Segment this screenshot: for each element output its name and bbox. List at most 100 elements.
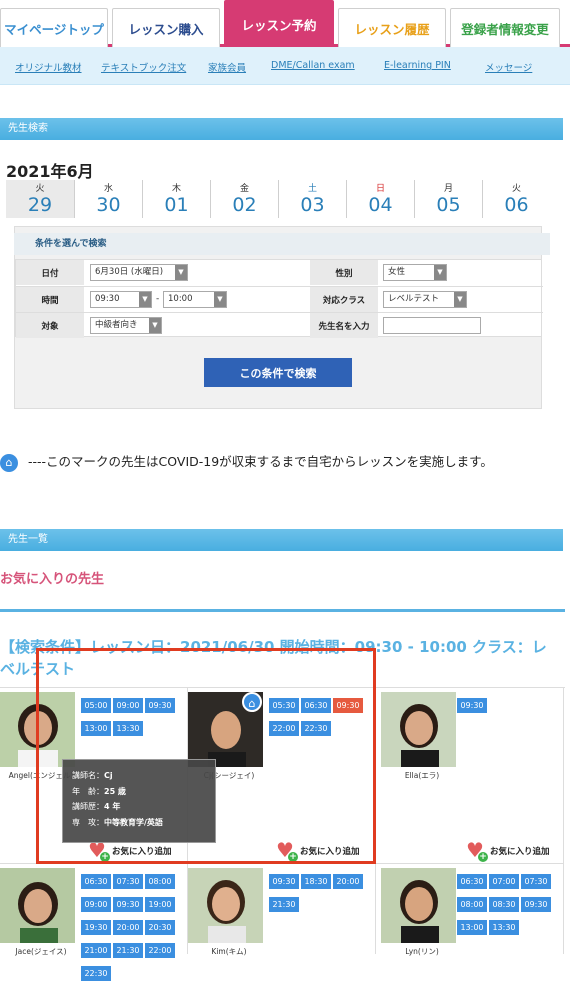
tab-profile-edit[interactable]: 登録者情報変更 — [450, 8, 560, 47]
add-favorite-button[interactable]: お気に入り追加 — [466, 838, 550, 862]
weekday: 日 — [375, 184, 385, 194]
tab-lesson-purchase[interactable]: レッスン購入 — [112, 8, 220, 47]
teacher-name-input[interactable] — [383, 317, 481, 334]
heart-plus-icon — [466, 838, 488, 862]
time-slots: 06:30 07:00 07:30 08:00 08:30 09:30 13:00 13:30 — [457, 869, 562, 938]
time-slot[interactable]: 09:30 — [113, 897, 143, 912]
condition-row: 対象 中級者向き ▼ 先生名を入力 — [16, 312, 543, 338]
calendar-month: 2021年6月 — [6, 162, 94, 181]
time-slot[interactable]: 19:00 — [145, 897, 175, 912]
chevron-down-icon: ▼ — [175, 265, 187, 280]
time-slot[interactable]: 07:30 — [113, 874, 143, 889]
link-elearning-pin[interactable]: E-learning PIN — [384, 60, 451, 71]
time-slot[interactable]: 06:30 — [457, 874, 487, 889]
time-slot[interactable]: 13:30 — [489, 920, 519, 935]
time-slot[interactable]: 22:30 — [81, 966, 111, 981]
date: 03 — [300, 194, 325, 216]
class-select[interactable]: レベルテスト ▼ — [383, 291, 467, 308]
chevron-down-icon: ▼ — [139, 292, 151, 307]
link-message[interactable]: メッセージ — [485, 60, 532, 74]
calendar-day[interactable]: 火 06 — [482, 180, 550, 218]
teacher-card: Kim(キム) 09:30 18:30 20:0021:30 — [188, 864, 376, 956]
time-slot[interactable]: 08:00 — [457, 897, 487, 912]
teacher-photo[interactable] — [188, 868, 263, 943]
calendar-day[interactable]: 水 30 — [74, 180, 142, 218]
time-slot[interactable]: 09:30 — [521, 897, 551, 912]
calendar-day[interactable]: 金 02 — [210, 180, 278, 218]
weekday: 月 — [443, 184, 453, 194]
time-slot[interactable]: 13:00 — [457, 920, 487, 935]
gender-select[interactable]: 女性 ▼ — [383, 264, 447, 281]
link-original-material[interactable]: オリジナル教材 — [15, 60, 82, 74]
calendar-day[interactable]: 日 04 — [346, 180, 414, 218]
calendar-day[interactable]: 月 05 — [414, 180, 482, 218]
time-label: 時間 — [16, 287, 84, 312]
home-icon: ⌂ — [0, 453, 18, 472]
chevron-down-icon: ▼ — [434, 265, 446, 280]
time-slot[interactable]: 20:00 — [113, 920, 143, 935]
time-slot[interactable]: 19:30 — [81, 920, 111, 935]
sub-navigation: オリジナル教材 テキストブック注文 家族会員 DME/Callan exam E… — [0, 47, 570, 85]
time-slot[interactable]: 22:00 — [145, 943, 175, 958]
time-slot[interactable]: 20:00 — [333, 874, 363, 889]
time-slot[interactable]: 07:30 — [521, 874, 551, 889]
target-select[interactable]: 中級者向き ▼ — [90, 317, 162, 334]
chevron-down-icon: ▼ — [454, 292, 466, 307]
time-slot[interactable]: 08:00 — [145, 874, 175, 889]
gender-select-value: 女性 — [388, 267, 406, 277]
tab-lesson-reservation[interactable]: レッスン予約 — [224, 0, 334, 47]
teacher-photo[interactable] — [381, 692, 456, 767]
calendar-day[interactable]: 火 29 — [6, 180, 74, 218]
time-to-value: 10:00 — [168, 294, 193, 304]
teacher-name: Ella(エラ) — [404, 771, 440, 780]
calendar-day[interactable]: 土 03 — [278, 180, 346, 218]
conditions-title: 条件を選んで検索 — [14, 233, 550, 255]
search-button[interactable]: この条件で検索 — [204, 358, 352, 387]
time-slot[interactable]: 21:30 — [269, 897, 299, 912]
teacher-photo[interactable] — [0, 868, 75, 943]
main-tabs: マイページトップ レッスン購入 レッスン予約 レッスン履歴 登録者情報変更 — [0, 0, 570, 47]
tab-mypage-top[interactable]: マイページトップ — [0, 8, 108, 47]
add-favorite-label: お気に入り追加 — [490, 847, 550, 857]
target-label: 対象 — [16, 313, 84, 338]
time-slot[interactable]: 18:30 — [301, 874, 331, 889]
time-slots: 09:30 18:30 20:00 21:30 — [269, 869, 374, 915]
search-section-header: 先生検索 — [0, 118, 563, 140]
weekday: 火 — [511, 184, 521, 194]
date-select[interactable]: 6月30日 (水曜日) ▼ — [90, 264, 188, 281]
time-slot[interactable]: 09:00 — [81, 897, 111, 912]
link-family-member[interactable]: 家族会員 — [208, 60, 246, 74]
teacher-name-label: 先生名を入力 — [310, 313, 378, 338]
class-label: 対応クラス — [310, 287, 378, 312]
time-slot[interactable]: 08:30 — [489, 897, 519, 912]
conditions-table: 日付 6月30日 (水曜日) ▼ 性別 女性 ▼ 時間 09:30 ▼ - 10:00… — [15, 259, 543, 338]
time-slot[interactable]: 20:30 — [145, 920, 175, 935]
time-slot[interactable]: 09:30 — [457, 698, 487, 713]
time-from-select[interactable]: 09:30 ▼ — [90, 291, 152, 308]
divider — [0, 609, 565, 612]
time-slot[interactable]: 09:30 — [269, 874, 299, 889]
date: 06 — [504, 194, 529, 216]
time-slot[interactable]: 07:00 — [489, 874, 519, 889]
condition-row: 時間 09:30 ▼ - 10:00 ▼ 対応クラス レベルテスト ▼ — [16, 286, 543, 312]
covid-notice: ⌂ ----このマークの先生はCOVID-19が収束するまで自宅からレッスンを実施… — [0, 452, 570, 472]
weekday: 土 — [307, 184, 317, 194]
time-to-select[interactable]: 10:00 ▼ — [163, 291, 227, 308]
class-select-value: レベルテスト — [388, 294, 440, 304]
weekday: 水 — [103, 184, 113, 194]
calendar-days: 火 29 水 30 木 01 金 02 土 03 日 04 月 05 火 06 — [6, 180, 545, 218]
time-slot[interactable]: 21:30 — [113, 943, 143, 958]
link-dme-callan[interactable]: DME/Callan exam — [271, 60, 355, 71]
calendar-day[interactable]: 木 01 — [142, 180, 210, 218]
date: 04 — [368, 194, 393, 216]
time-slot[interactable]: 21:00 — [81, 943, 111, 958]
tab-lesson-history[interactable]: レッスン履歴 — [338, 8, 446, 47]
teacher-photo[interactable] — [381, 868, 456, 943]
date: 02 — [232, 194, 257, 216]
weekday: 火 — [35, 184, 45, 194]
time-slots: 06:30 07:30 08:00 09:00 09:30 19:00 19:30 20:00… — [81, 869, 186, 984]
time-slot[interactable]: 06:30 — [81, 874, 111, 889]
notice-text: ----このマークの先生はCOVID-19が収束するまで自宅からレッスンを実施し… — [28, 454, 493, 469]
date-select-value: 6月30日 (水曜日) — [95, 267, 164, 277]
link-textbook-order[interactable]: テキストブック注文 — [101, 60, 186, 74]
